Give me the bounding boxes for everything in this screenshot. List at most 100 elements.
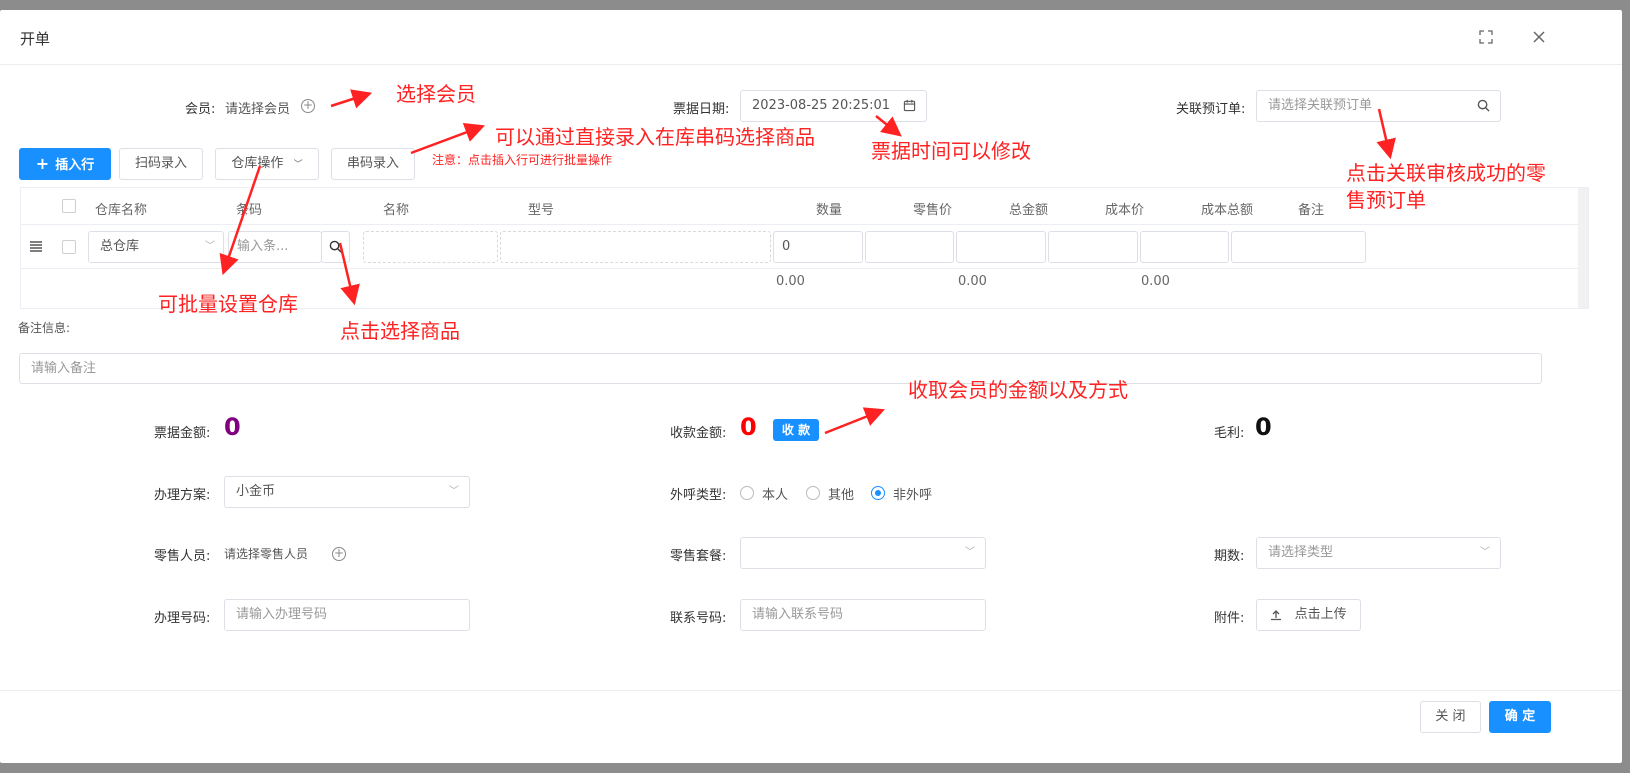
annotation-payment-tip: 收取会员的金额以及方式 xyxy=(908,378,1128,402)
search-icon[interactable] xyxy=(1477,91,1490,121)
model-cell xyxy=(500,231,771,263)
upload-button[interactable]: 点击上传 xyxy=(1256,599,1361,631)
period-placeholder: 请选择类型 xyxy=(1268,545,1334,560)
handle-no-label: 办理号码: xyxy=(154,611,211,626)
call-type-radio-self[interactable] xyxy=(740,486,754,500)
warehouse-value: 总仓库 xyxy=(100,239,140,254)
annotation-select-member: 选择会员 xyxy=(396,82,476,106)
handle-no-placeholder: 请输入办理号码 xyxy=(236,607,328,622)
col-model: 型号 xyxy=(528,203,555,218)
annotation-order-tip-2: 售预订单 xyxy=(1346,188,1426,212)
bill-amount-label: 票据金额: xyxy=(154,426,211,441)
scan-entry-button[interactable]: 扫码录入 xyxy=(119,148,203,180)
sales-person-label: 零售人员: xyxy=(154,549,211,564)
plus-icon: + xyxy=(35,154,50,173)
retail-price-input[interactable] xyxy=(865,231,954,263)
col-cost-total: 成本总额 xyxy=(1201,203,1254,218)
package-select[interactable]: ﹀ xyxy=(740,537,986,569)
remark-input[interactable] xyxy=(1231,231,1366,263)
cost-price-input[interactable] xyxy=(1048,231,1138,263)
annotation-date-tip: 票据时间可以修改 xyxy=(871,139,1031,163)
remark-label: 备注信息: xyxy=(18,321,71,335)
chevron-down-icon: ﹀ xyxy=(965,547,975,558)
select-all-checkbox[interactable] xyxy=(62,199,76,213)
col-warehouse: 仓库名称 xyxy=(95,203,148,218)
insert-row-button[interactable]: + 插入行 xyxy=(19,148,111,180)
col-cost-price: 成本价 xyxy=(1105,203,1145,218)
col-total-amount: 总金额 xyxy=(1009,203,1049,218)
handle-no-input[interactable]: 请输入办理号码 xyxy=(224,599,470,631)
warehouse-ops-dropdown[interactable]: 仓库操作 ﹀ xyxy=(215,148,319,180)
date-label: 票据日期: xyxy=(673,102,730,117)
cost-total-input[interactable] xyxy=(1140,231,1229,263)
call-type-option-none: 非外呼 xyxy=(893,488,933,503)
col-retail-price: 零售价 xyxy=(913,203,953,218)
order-placeholder: 请选择关联预订单 xyxy=(1268,98,1373,113)
member-select[interactable]: 请选择会员 xyxy=(225,98,290,117)
sum-total-amount: 0.00 xyxy=(958,274,987,289)
annotation-warehouse-tip: 可批量设置仓库 xyxy=(158,292,298,316)
row-checkbox[interactable] xyxy=(62,240,76,254)
col-remark: 备注 xyxy=(1298,203,1325,218)
call-type-radio-none[interactable] xyxy=(871,486,885,500)
dialog-footer: 关 闭 确 定 xyxy=(0,690,1622,763)
chevron-down-icon: ﹀ xyxy=(205,241,215,252)
sum-quantity: 0.00 xyxy=(776,274,805,289)
dialog-title: 开单 xyxy=(20,30,51,48)
date-field[interactable]: 2023-08-25 20:25:01 xyxy=(740,90,927,122)
close-button[interactable]: 关 闭 xyxy=(1420,701,1481,733)
add-sales-person-icon[interactable]: + xyxy=(332,547,346,561)
period-select[interactable]: 请选择类型 ﹀ xyxy=(1256,537,1501,569)
close-icon[interactable] xyxy=(1530,29,1548,47)
remark-placeholder: 请输入备注 xyxy=(31,361,97,376)
plan-select[interactable]: 小金币 ﹀ xyxy=(224,476,470,508)
call-type-option-other: 其他 xyxy=(828,488,855,503)
search-icon xyxy=(329,240,342,253)
barcode-input[interactable]: 输入条... xyxy=(228,231,322,263)
annotation-serial-tip: 可以通过直接录入在库串码选择商品 xyxy=(495,125,815,149)
receive-amount-value: 0 xyxy=(740,413,757,441)
order-dialog: 开单 会员: 请选择会员 + 票据日期: 2023-08-25 20:25:01… xyxy=(0,10,1622,763)
period-label: 期数: xyxy=(1214,549,1245,564)
product-search-button[interactable] xyxy=(321,231,350,263)
fullscreen-icon[interactable] xyxy=(1477,29,1495,47)
barcode-placeholder: 输入条... xyxy=(237,239,289,254)
order-search-input[interactable]: 请选择关联预订单 xyxy=(1256,90,1501,122)
batch-note: 注意：点击插入行可进行批量操作 xyxy=(432,153,613,167)
date-value: 2023-08-25 20:25:01 xyxy=(752,98,891,113)
total-amount-input[interactable] xyxy=(956,231,1046,263)
upload-label: 点击上传 xyxy=(1294,607,1347,622)
col-quantity: 数量 xyxy=(816,203,843,218)
annotation-product-tip: 点击选择商品 xyxy=(340,319,460,343)
order-label: 关联预订单: xyxy=(1176,102,1246,117)
warehouse-select[interactable]: 总仓库 ﹀ xyxy=(88,231,224,263)
bill-amount-value: 0 xyxy=(224,413,241,441)
receive-amount-label: 收款金额: xyxy=(670,426,727,441)
confirm-button[interactable]: 确 定 xyxy=(1489,701,1551,733)
table-scrollbar[interactable] xyxy=(1578,188,1588,308)
name-cell xyxy=(363,231,498,263)
contact-input[interactable]: 请输入联系号码 xyxy=(740,599,986,631)
remark-textarea[interactable]: 请输入备注 xyxy=(19,353,1542,384)
drag-handle-icon[interactable] xyxy=(29,240,43,256)
chevron-down-icon: ﹀ xyxy=(449,486,459,497)
add-member-icon[interactable]: + xyxy=(301,99,315,113)
calendar-icon xyxy=(903,91,916,121)
plan-value: 小金币 xyxy=(236,484,276,499)
quantity-input[interactable]: 0 xyxy=(773,231,863,263)
member-label: 会员: xyxy=(185,102,216,117)
serial-entry-button[interactable]: 串码录入 xyxy=(331,148,415,180)
receive-payment-button[interactable]: 收 款 xyxy=(773,419,819,441)
warehouse-ops-label: 仓库操作 xyxy=(231,156,284,171)
dialog-header: 开单 xyxy=(0,10,1622,65)
package-label: 零售套餐: xyxy=(670,549,727,564)
contact-label: 联系号码: xyxy=(670,611,727,626)
call-type-label: 外呼类型: xyxy=(670,488,727,503)
contact-placeholder: 请输入联系号码 xyxy=(752,607,844,622)
chevron-down-icon: ﹀ xyxy=(1480,547,1490,558)
plan-label: 办理方案: xyxy=(154,488,211,503)
sales-person-select[interactable]: 请选择零售人员 xyxy=(224,545,308,562)
col-barcode: 条码 xyxy=(236,203,263,218)
annotation-order-tip-1: 点击关联审核成功的零 xyxy=(1346,161,1546,185)
call-type-radio-other[interactable] xyxy=(806,486,820,500)
